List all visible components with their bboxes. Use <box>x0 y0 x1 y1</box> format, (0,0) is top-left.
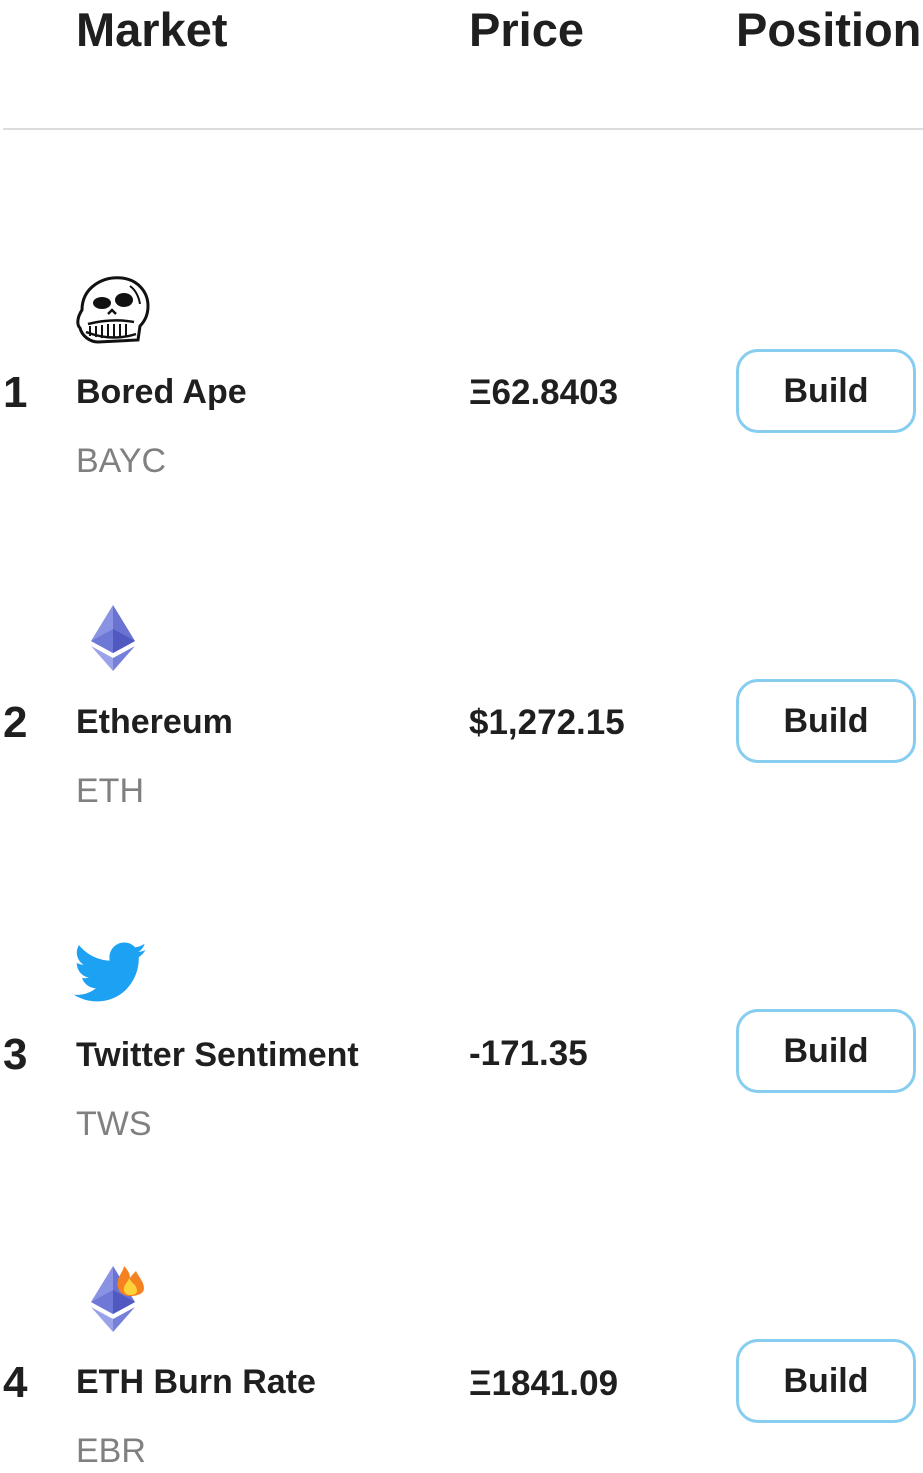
build-button[interactable]: Build <box>736 1009 916 1093</box>
ethereum-fire-icon <box>86 1262 148 1334</box>
market-price: $1,272.15 <box>469 703 625 742</box>
market-name: Twitter Sentiment <box>76 1036 359 1074</box>
twitter-bird-icon <box>73 940 148 1006</box>
table-row[interactable]: 1 Bored Ape BAYC Ξ62.8403 Build <box>0 130 923 480</box>
market-price: Ξ1841.09 <box>469 1364 619 1403</box>
position-column-header[interactable]: Position <box>736 2 921 58</box>
market-name: Ethereum <box>76 703 233 741</box>
table-header: Market Price Position <box>0 0 923 129</box>
build-button[interactable]: Build <box>736 679 916 763</box>
market-name: ETH Burn Rate <box>76 1363 316 1401</box>
ethereum-icon <box>86 603 140 673</box>
build-button[interactable]: Build <box>736 349 916 433</box>
price-column-header[interactable]: Price <box>469 2 584 58</box>
row-rank: 2 <box>3 698 28 747</box>
table-row[interactable]: 3 Twitter Sentiment TWS -171.35 Build <box>0 790 923 1143</box>
table-row[interactable]: 4 ETH Burn Rate EBR Ξ1841.09 Build <box>0 1120 923 1470</box>
row-rank: 1 <box>3 368 28 417</box>
build-button[interactable]: Build <box>736 1339 916 1423</box>
market-price: Ξ62.8403 <box>469 373 619 412</box>
table-row[interactable]: 2 Ethereum ETH $1,272.15 Build <box>0 460 923 810</box>
market-ticker: EBR <box>76 1432 146 1470</box>
market-price: -171.35 <box>469 1034 588 1073</box>
bored-ape-skull-icon <box>72 270 152 350</box>
row-rank: 3 <box>3 1030 28 1079</box>
market-name: Bored Ape <box>76 373 247 411</box>
market-column-header[interactable]: Market <box>76 2 228 58</box>
row-rank: 4 <box>3 1358 28 1407</box>
